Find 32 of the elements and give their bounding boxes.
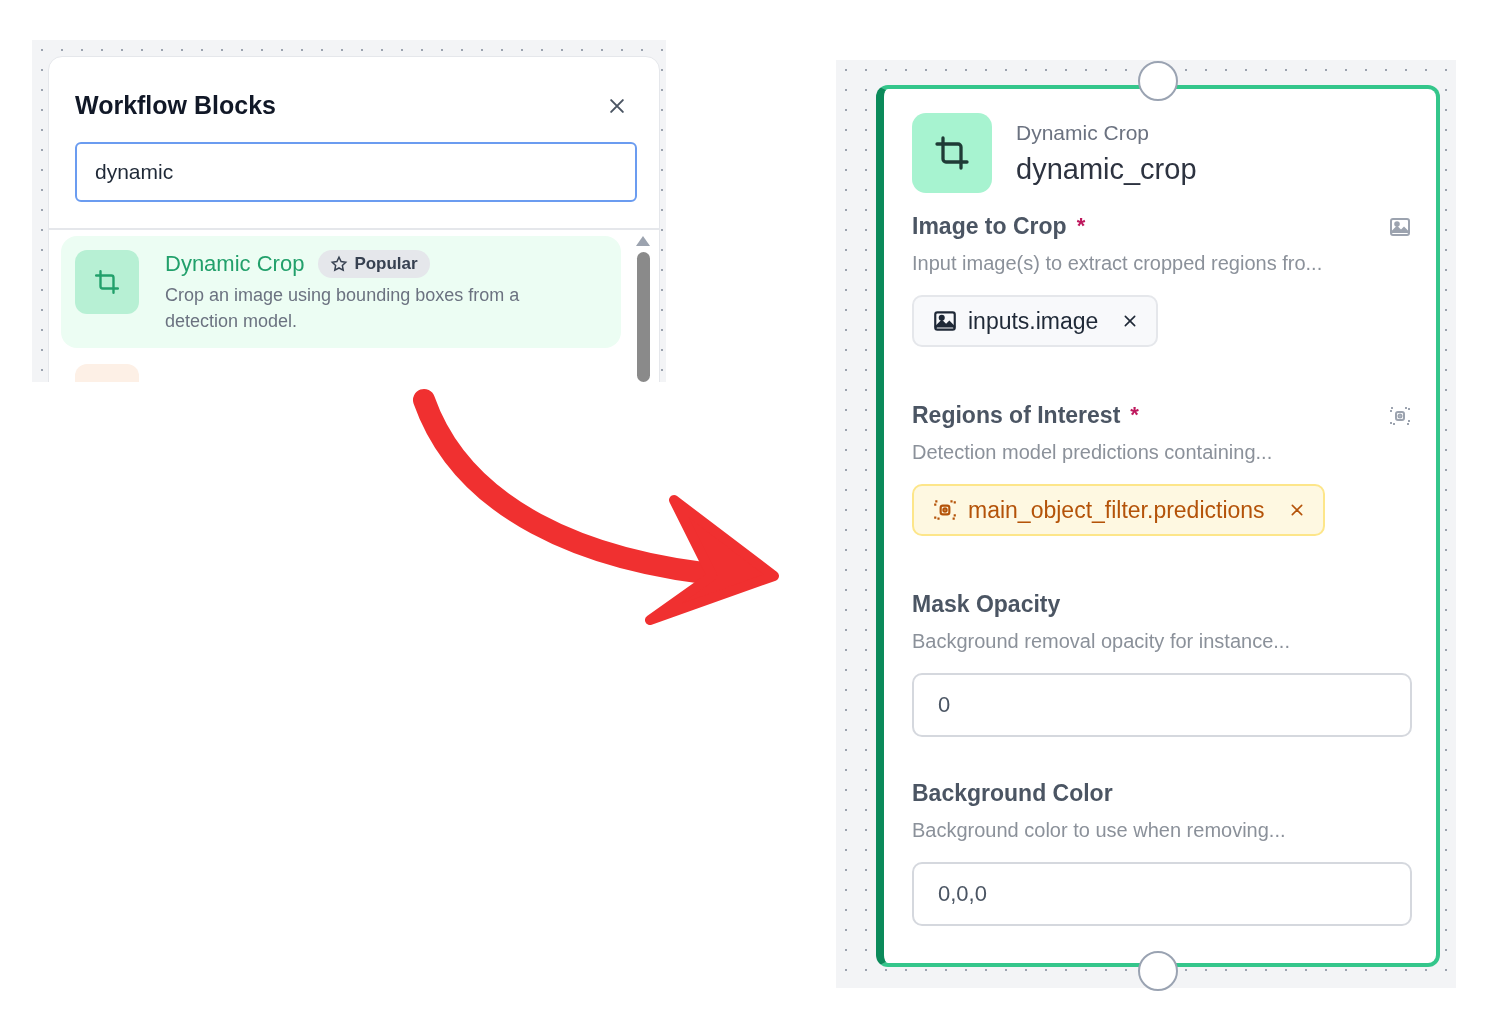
field-description: Detection model predictions containing... [912, 441, 1274, 464]
search-field[interactable]: dynamic [75, 142, 637, 202]
scroll-up-icon[interactable] [636, 236, 650, 246]
field-label: Background Color [912, 780, 1113, 807]
field-description: Input image(s) to extract cropped regions fro... [912, 252, 1324, 275]
block-node[interactable] [876, 85, 1440, 967]
scrollbar[interactable] [635, 236, 651, 382]
field-description: Background removal opacity for instance... [912, 630, 1291, 653]
block-name: dynamic_crop [1016, 152, 1197, 186]
required-mark: * [1130, 402, 1139, 428]
panel-title: Workflow Blocks [75, 91, 276, 120]
field-label: Image to Crop [912, 213, 1067, 240]
crop-icon [94, 269, 120, 295]
value-field[interactable]: 0 [912, 673, 1412, 737]
value-field[interactable]: 0,0,0 [912, 862, 1412, 926]
block-type: Dynamic Crop [1016, 120, 1151, 145]
reference-chip[interactable]: inputs.image [912, 295, 1159, 347]
connection-handle[interactable] [1138, 61, 1178, 101]
reference-chip[interactable]: main_object_filter.predictions [912, 484, 1325, 536]
block-title: Dynamic Crop [165, 251, 305, 277]
field-label: Mask Opacity [912, 591, 1061, 618]
crop-icon [934, 135, 970, 171]
field-description: Background color to use when removing... [912, 819, 1287, 842]
star-icon [330, 255, 349, 273]
required-mark: * [1076, 213, 1086, 239]
block-description: Crop an image using bounding boxes from a detection model. [165, 284, 521, 333]
connection-handle[interactable] [1138, 951, 1178, 991]
image-icon [932, 308, 958, 334]
field-label: Regions of Interest [912, 402, 1121, 429]
block-item[interactable]: Dynamic Crop Popular Crop an image using bounding boxes from a detection model. [61, 236, 621, 348]
badge-text: Popular [354, 254, 418, 274]
bounding-box-icon [932, 497, 958, 523]
